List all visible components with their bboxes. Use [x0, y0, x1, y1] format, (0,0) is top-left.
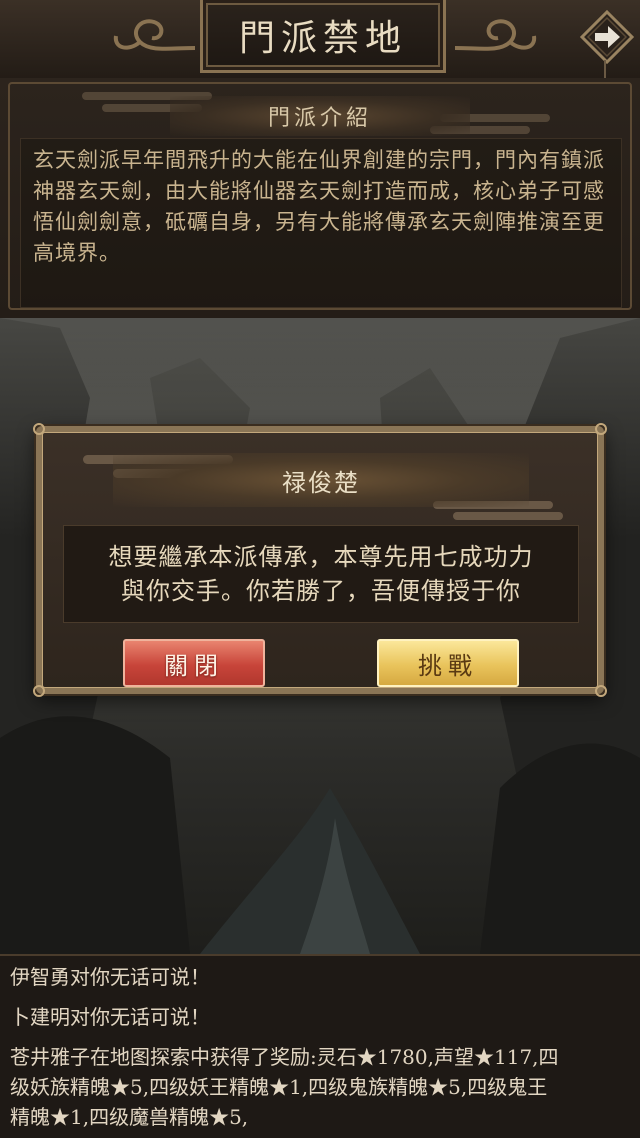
close-button[interactable]: 關閉	[123, 639, 265, 687]
arrow-right-icon[interactable]	[580, 10, 634, 64]
dialog-inner-frame: 禄俊楚 想要繼承本派傳承，本尊先用七成功力 與你交手。你若勝了，吾便傳授于你 關…	[42, 432, 598, 688]
log-line: 精魄★1,四级魔兽精魄★5,	[10, 1105, 249, 1129]
dialog-message-line-1: 想要繼承本派傳承，本尊先用七成功力	[108, 543, 534, 571]
intro-heading-bar: 門派介紹	[170, 96, 470, 136]
dialog-message-line-2: 與你交手。你若勝了，吾便傳授于你	[121, 577, 521, 605]
corner-ornament	[595, 423, 607, 435]
page-title: 門派禁地	[238, 18, 407, 59]
corner-ornament	[33, 423, 45, 435]
intro-body: 玄天劍派早年間飛升的大能在仙界創建的宗門，門內有鎮派神器玄天劍，由大能將仙器玄天…	[20, 138, 622, 308]
title-plaque: 門派禁地	[200, 0, 446, 73]
log-line: 苍井雅子在地图探索中获得了奖励:灵石★1780,声望★117,四	[10, 1045, 559, 1069]
corner-ornament	[595, 685, 607, 697]
intro-heading: 門派介紹	[267, 106, 372, 131]
dialog-message-box: 想要繼承本派傳承，本尊先用七成功力 與你交手。你若勝了，吾便傳授于你	[63, 525, 579, 623]
top-header: 門派禁地	[0, 0, 640, 81]
npc-dialog: 禄俊楚 想要繼承本派傳承，本尊先用七成功力 與你交手。你若勝了，吾便傳授于你 關…	[33, 423, 607, 697]
dialog-title-bar: 禄俊楚	[113, 453, 529, 507]
message-log[interactable]: 伊智勇对你无话可说！ 卜建明对你无话可说！ 苍井雅子在地图探索中获得了奖励:灵石…	[0, 954, 640, 1138]
cloud-scroll-ornament-left	[113, 19, 196, 51]
dialog-title: 禄俊楚	[282, 468, 360, 497]
intro-description: 玄天劍派早年間飛升的大能在仙界創建的宗門，門內有鎮派神器玄天劍，由大能將仙器玄天…	[33, 148, 605, 265]
sect-intro-panel: 門派介紹 玄天劍派早年間飛升的大能在仙界創建的宗門，門內有鎮派神器玄天劍，由大能…	[0, 78, 640, 318]
challenge-button[interactable]: 挑戰	[377, 639, 519, 687]
log-line: 级妖族精魄★5,四级妖王精魄★1,四级鬼族精魄★5,四级鬼王	[10, 1075, 548, 1099]
cloud-scroll-ornament-right	[454, 19, 537, 51]
log-line: 伊智勇对你无话可说！	[10, 965, 210, 989]
log-line: 卜建明对你无话可说！	[10, 1005, 210, 1029]
dialog-message: 想要繼承本派傳承，本尊先用七成功力 與你交手。你若勝了，吾便傳授于你	[109, 540, 534, 608]
corner-ornament	[33, 685, 45, 697]
